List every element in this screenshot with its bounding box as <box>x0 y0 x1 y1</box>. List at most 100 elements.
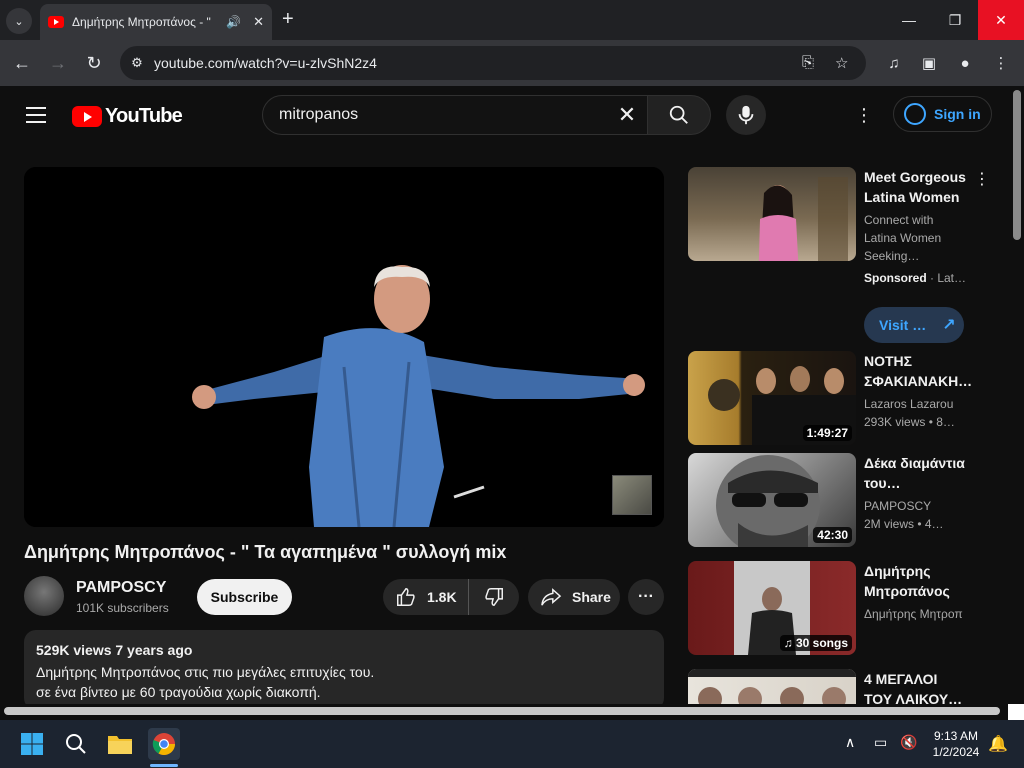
search-input[interactable]: mitropanos ✕ <box>262 95 648 135</box>
sign-in-button[interactable]: Sign in <box>893 96 992 132</box>
minimize-icon[interactable]: — <box>886 0 932 40</box>
horizontal-scrollbar-thumb[interactable] <box>4 707 1000 715</box>
visit-label: Visit … <box>879 317 927 333</box>
playlist-title[interactable]: Δημήτρης Μητροπάνος <box>864 561 968 601</box>
taskbar-clock[interactable]: 9:13 AM 1/2/2024 <box>922 728 990 760</box>
youtube-logo[interactable]: YouTube <box>72 105 183 128</box>
back-arrow-icon[interactable]: ← <box>9 50 35 76</box>
thumbs-down-icon <box>485 588 503 606</box>
video-thumbnail[interactable] <box>688 669 856 705</box>
browser-tab-active[interactable]: Δημήτρης Μητροπάνος - " 🔊 ✕ <box>40 4 272 40</box>
search-button[interactable] <box>647 95 711 135</box>
restore-icon[interactable]: ❐ <box>932 0 978 40</box>
search-query[interactable]: mitropanos <box>279 106 607 124</box>
ad-options-kebab-icon[interactable]: ⋮ <box>974 169 990 189</box>
reload-icon[interactable]: ↻ <box>81 50 107 76</box>
address-bar[interactable]: ⚙ youtube.com/watch?v=u-zlvShN2z4 ⎘ ☆ <box>120 46 866 80</box>
video-duration: 42:30 <box>813 527 852 543</box>
video-info: ΝΟΤΗΣ ΣΦΑΚΙΑΝΑΚΗ… Lazaros Lazarou 293K v… <box>864 351 972 431</box>
show-hidden-icons-chevron-icon[interactable]: ∧ <box>845 734 855 751</box>
speaker-icon[interactable]: 🔊 <box>226 15 241 29</box>
channel-name[interactable]: Lazaros Lazarou <box>864 395 968 413</box>
more-actions-icon[interactable]: ··· <box>628 579 664 615</box>
taskbar-search-icon[interactable] <box>60 728 92 760</box>
ad-thumbnail[interactable] <box>688 167 856 261</box>
video-title[interactable]: ΝΟΤΗΣ ΣΦΑΚΙΑΝΑΚΗ… <box>864 351 972 391</box>
notification-bell-icon[interactable]: 🔔 <box>988 734 1008 754</box>
like-button[interactable]: 1.8K <box>383 579 469 615</box>
video-player[interactable] <box>24 167 664 527</box>
vertical-scrollbar-thumb[interactable] <box>1013 90 1021 240</box>
profile-icon[interactable]: ● <box>954 52 976 74</box>
browser-toolbar: ← → ↻ ⚙ youtube.com/watch?v=u-zlvShN2z4 … <box>0 40 1024 86</box>
ad-info: Meet Gorgeous Latina Women Connect with … <box>864 167 968 287</box>
song-count-label: 30 songs <box>795 636 848 650</box>
browser-menu-icon[interactable]: ⋮ <box>990 52 1012 74</box>
visit-site-button[interactable]: Visit … ↗ <box>864 307 964 343</box>
dislike-button[interactable] <box>469 579 519 615</box>
list-item[interactable]: 1:49:27 ΝΟΤΗΣ ΣΦΑΚΙΑΝΑΚΗ… Lazaros Lazaro… <box>688 351 1008 445</box>
views-and-date: 529K views 7 years ago <box>36 642 193 658</box>
ad-thumbnail-image <box>758 177 848 261</box>
video-frame-performer <box>24 167 664 527</box>
sponsored-ad[interactable]: Meet Gorgeous Latina Women Connect with … <box>688 167 1008 343</box>
clear-search-icon[interactable]: ✕ <box>607 102 647 128</box>
video-description[interactable]: 529K views 7 years ago Δημήτρης Μητροπάν… <box>24 630 664 710</box>
channel-name[interactable]: PAMPOSCY <box>76 579 166 597</box>
video-meta: 293K views • 8… <box>864 415 955 429</box>
new-tab-plus-icon[interactable]: + <box>282 8 294 31</box>
windows-taskbar: ∧ ▭ 🔇 9:13 AM 1/2/2024 🔔 <box>0 720 1024 768</box>
video-info: 4 ΜΕΓΑΛΟΙ ΤΟΥ ΛΑΙΚΟΥ… <box>864 669 968 705</box>
playlist-song-count: ♫ 30 songs <box>779 635 852 651</box>
like-dislike-group: 1.8K <box>383 579 519 615</box>
list-item[interactable]: ♫ 30 songs Δημήτρης Μητροπάνος Δημήτρης … <box>688 561 1008 655</box>
share-button[interactable]: Share <box>528 579 620 615</box>
url-text[interactable]: youtube.com/watch?v=u-zlvShN2z4 <box>154 55 377 71</box>
install-app-icon[interactable]: ⎘ <box>802 54 814 71</box>
list-item[interactable]: 4 ΜΕΓΑΛΟΙ ΤΟΥ ΛΑΙΚΟΥ… <box>688 669 1008 705</box>
site-info-icon[interactable]: ⚙ <box>120 55 154 71</box>
side-panel-icon[interactable]: ▣ <box>918 52 940 74</box>
video-title[interactable]: Δέκα διαμάντια του… <box>864 453 968 493</box>
playlist-info: Δημήτρης Μητροπάνος Δημήτρης Μητροπ <box>864 561 968 623</box>
account-circle-icon <box>904 103 926 125</box>
bookmark-star-icon[interactable]: ☆ <box>835 54 848 72</box>
channel-avatar[interactable] <box>24 576 64 616</box>
tab-search-chevron-icon[interactable]: ⌄ <box>6 8 32 34</box>
volume-muted-icon[interactable]: 🔇 <box>900 734 917 751</box>
video-thumbnail[interactable]: 1:49:27 <box>688 351 856 445</box>
ad-title[interactable]: Meet Gorgeous Latina Women <box>864 167 968 207</box>
active-app-indicator <box>150 764 178 767</box>
ad-description: Connect with Latina Women Seeking… <box>864 213 942 263</box>
windows-logo-icon <box>21 733 43 755</box>
channel-name[interactable]: PAMPOSCY <box>864 497 968 515</box>
windows-start-icon[interactable] <box>16 728 48 760</box>
video-watermark-thumbnail <box>612 475 652 515</box>
description-line: σε ένα βίντεο με 60 τραγούδια χωρίς διακ… <box>36 684 321 700</box>
voice-search-button[interactable] <box>726 95 766 135</box>
list-item[interactable]: 42:30 Δέκα διαμάντια του… PAMPOSCY 2M vi… <box>688 453 1008 547</box>
file-explorer-icon[interactable] <box>104 728 136 760</box>
scrollbar-corner <box>1008 704 1024 720</box>
sign-in-label: Sign in <box>934 106 981 122</box>
vertical-scrollbar[interactable] <box>1010 86 1024 706</box>
media-controls-icon[interactable]: ♫ <box>883 52 905 74</box>
video-title: Δημήτρης Μητροπάνος - " Τα αγαπημένα " σ… <box>24 542 507 562</box>
forward-arrow-icon[interactable]: → <box>45 50 71 76</box>
share-label: Share <box>572 589 611 605</box>
browser-tab-strip: ⌄ Δημήτρης Μητροπάνος - " 🔊 ✕ + — ❐ ✕ <box>0 0 1024 40</box>
subscribe-button[interactable]: Subscribe <box>197 579 292 615</box>
playlist-thumbnail[interactable]: ♫ 30 songs <box>688 561 856 655</box>
chrome-taskbar-icon[interactable] <box>148 728 180 760</box>
thumbnail-image <box>688 669 856 705</box>
settings-kebab-icon[interactable]: ⋮ <box>852 103 876 127</box>
ad-sponsored-line: Sponsored · Lat… <box>864 269 968 287</box>
horizontal-scrollbar[interactable] <box>0 704 1010 718</box>
network-icon[interactable]: ▭ <box>874 734 887 751</box>
hamburger-menu-icon[interactable] <box>26 107 46 123</box>
tab-close-icon[interactable]: ✕ <box>253 14 264 30</box>
video-thumbnail[interactable]: 42:30 <box>688 453 856 547</box>
video-title[interactable]: 4 ΜΕΓΑΛΟΙ ΤΟΥ ΛΑΙΚΟΥ… <box>864 669 968 705</box>
window-close-icon[interactable]: ✕ <box>978 0 1024 40</box>
channel-name[interactable]: Δημήτρης Μητροπ <box>864 605 964 623</box>
